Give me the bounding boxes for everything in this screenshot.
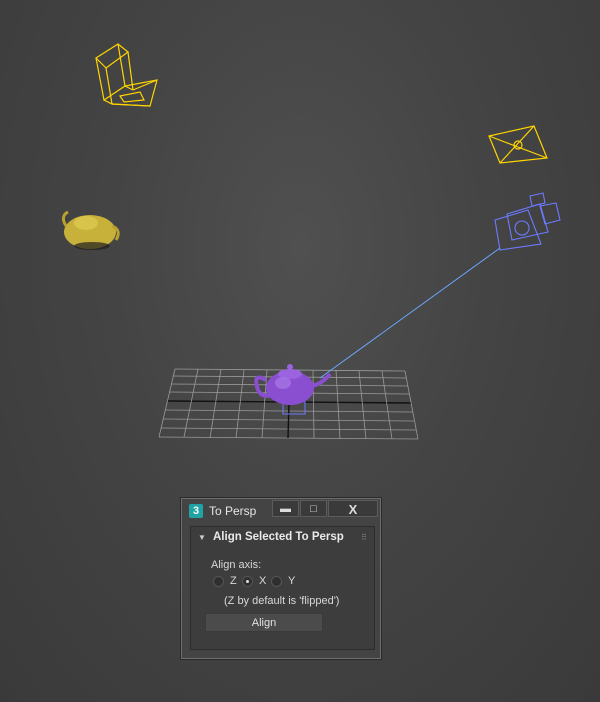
rollout-panel: ▼ Align Selected To Persp ⠿ Align axis: … (190, 526, 375, 650)
radio-x[interactable] (242, 576, 253, 587)
camera-target-line (319, 247, 501, 379)
radio-z[interactable] (213, 576, 224, 587)
radio-z-label: Z (230, 575, 237, 587)
blue-camera-icon[interactable] (494, 192, 561, 251)
dialog-title: To Persp (209, 504, 257, 518)
rollout-title: Align Selected To Persp (213, 531, 344, 543)
maximize-button[interactable]: □ (300, 500, 327, 517)
align-axis-label: Align axis: (211, 559, 262, 571)
radio-x-label: X (259, 575, 267, 587)
dialog-titlebar[interactable]: 3 To Persp ▬ □ X (182, 499, 380, 523)
align-button[interactable]: Align (205, 613, 323, 632)
minimize-button[interactable]: ▬ (272, 500, 299, 517)
rollout-header[interactable]: ▼ Align Selected To Persp ⠿ (191, 527, 374, 549)
camera-wireframe-icon[interactable] (95, 43, 158, 107)
drag-grip-icon[interactable]: ⠿ (361, 533, 368, 542)
align-dialog: 3 To Persp ▬ □ X ▼ Align Selected To Per… (181, 498, 381, 659)
collapse-triangle-icon[interactable]: ▼ (198, 533, 206, 542)
flipped-note: (Z by default is 'flipped') (224, 595, 340, 607)
app-3dsmax-icon: 3 (189, 504, 203, 518)
light-icon[interactable] (488, 125, 548, 164)
radio-y-label: Y (288, 575, 296, 587)
yellow-teapot[interactable] (61, 210, 120, 250)
close-button[interactable]: X (328, 500, 378, 517)
radio-y[interactable] (271, 576, 282, 587)
